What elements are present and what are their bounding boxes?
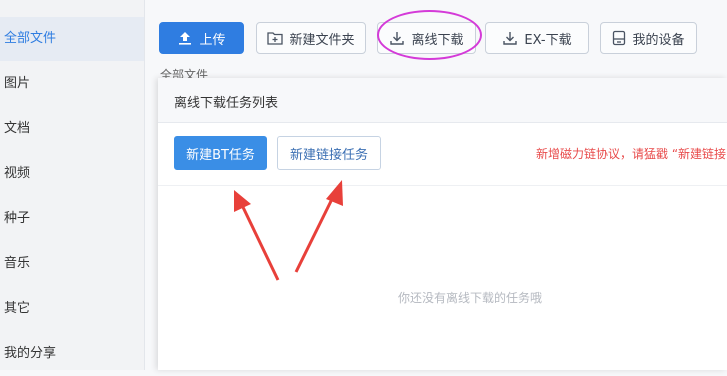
my-devices-label: 我的设备	[632, 32, 685, 48]
dialog-title: 离线下载任务列表	[174, 96, 279, 111]
upload-button[interactable]: 上传	[159, 22, 244, 54]
dialog-divider	[158, 185, 727, 186]
sidebar-item-my-shares[interactable]: 我的分享	[0, 332, 145, 376]
ex-download-button[interactable]: EX-下载	[485, 22, 589, 54]
sidebar-item-images[interactable]: 图片	[0, 62, 145, 106]
empty-state-text: 你还没有离线下载的任务哦	[397, 291, 542, 305]
upload-label: 上传	[199, 32, 226, 48]
folder-add-icon	[267, 31, 284, 45]
offline-download-dialog: 离线下载任务列表	[158, 78, 727, 370]
new-folder-label: 新建文件夹	[289, 32, 355, 48]
sidebar-item-documents[interactable]: 文档	[0, 107, 145, 151]
new-bt-task-button[interactable]: 新建BT任务	[174, 136, 267, 170]
dialog-header: 离线下载任务列表	[158, 78, 727, 123]
download-icon	[502, 30, 518, 46]
upload-icon	[177, 30, 193, 46]
magnet-notice: 新增磁力链协议，请猛戳 “新建链接	[536, 147, 727, 161]
sidebar-item-all-files[interactable]: 全部文件	[0, 17, 145, 61]
sidebar-item-videos[interactable]: 视频	[0, 152, 145, 196]
new-folder-button[interactable]: 新建文件夹	[256, 22, 366, 54]
sidebar: 全部文件 图片 文档 视频 种子 音乐 其它 我的分享	[0, 0, 145, 370]
new-link-task-button[interactable]: 新建链接任务	[277, 136, 381, 170]
ex-download-label: EX-下载	[524, 32, 572, 48]
sidebar-item-torrents[interactable]: 种子	[0, 197, 145, 241]
annotation-circle	[377, 10, 482, 60]
sidebar-item-music[interactable]: 音乐	[0, 242, 145, 286]
my-devices-button[interactable]: 我的设备	[600, 22, 697, 54]
device-icon	[612, 30, 626, 46]
